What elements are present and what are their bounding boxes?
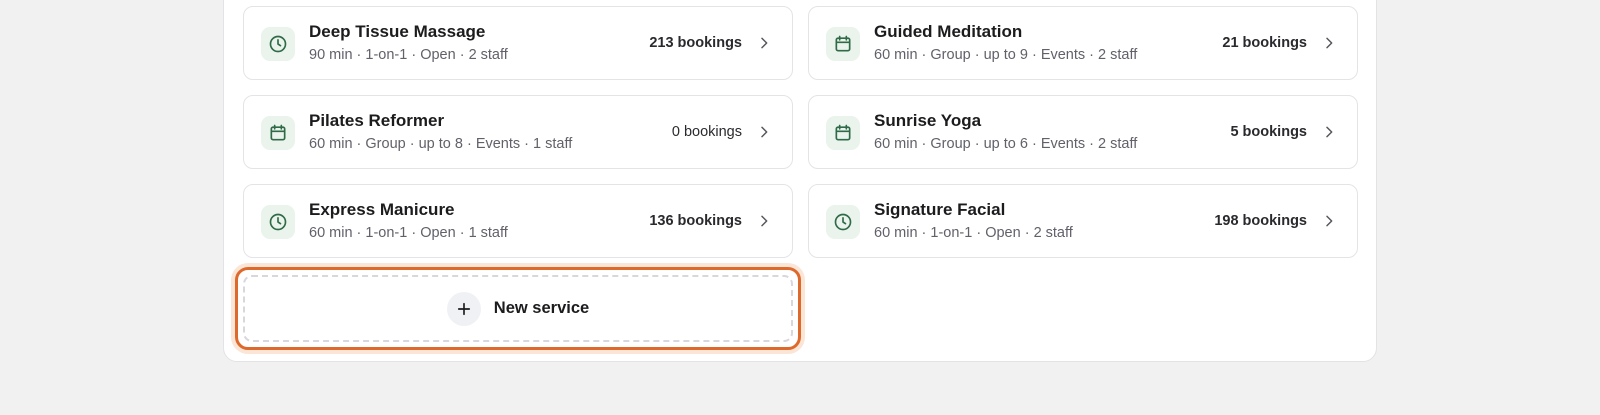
clock-icon xyxy=(261,205,295,239)
service-name: Deep Tissue Massage xyxy=(309,22,486,41)
calendar-icon xyxy=(826,116,860,150)
calendar-icon xyxy=(826,27,860,61)
service-meta: 60 min · 1-on-1 · Open · 1 staff xyxy=(309,225,508,241)
calendar-icon xyxy=(261,116,295,150)
service-meta: 90 min · 1-on-1 · Open · 2 staff xyxy=(309,47,508,63)
service-bookings-count: 136 bookings xyxy=(649,213,742,229)
chevron-right-icon xyxy=(761,126,768,138)
service-meta: 60 min · Group · up to 9 · Events · 2 st… xyxy=(874,47,1138,63)
service-card-deep-tissue-massage[interactable]: Deep Tissue Massage 90 min · 1-on-1 · Op… xyxy=(243,6,793,80)
new-service-button[interactable]: New service xyxy=(243,275,793,342)
plus-icon xyxy=(446,291,481,326)
service-meta: 60 min · Group · up to 8 · Events · 1 st… xyxy=(309,136,573,152)
service-name: Express Manicure xyxy=(309,200,455,219)
service-bookings-count: 213 bookings xyxy=(649,35,742,51)
service-card-express-manicure[interactable]: Express Manicure 60 min · 1-on-1 · Open … xyxy=(243,184,793,258)
chevron-right-icon xyxy=(1326,215,1333,227)
service-name: Pilates Reformer xyxy=(309,111,445,130)
service-bookings-count: 21 bookings xyxy=(1222,35,1307,51)
new-service-label: New service xyxy=(493,299,590,317)
chevron-right-icon xyxy=(1326,126,1333,138)
clock-icon xyxy=(261,27,295,61)
service-bookings-count: 5 bookings xyxy=(1230,124,1307,140)
service-name: Sunrise Yoga xyxy=(874,111,982,130)
service-bookings-count: 0 bookings xyxy=(671,124,742,140)
service-card-sunrise-yoga[interactable]: Sunrise Yoga 60 min · Group · up to 6 · … xyxy=(808,95,1358,169)
clock-icon xyxy=(826,205,860,239)
service-name: Signature Facial xyxy=(874,200,1006,219)
service-meta: 60 min · Group · up to 6 · Events · 2 st… xyxy=(874,136,1138,152)
chevron-right-icon xyxy=(1326,37,1333,49)
chevron-right-icon xyxy=(761,215,768,227)
service-card-signature-facial[interactable]: Signature Facial 60 min · 1-on-1 · Open … xyxy=(808,184,1358,258)
service-bookings-count: 198 bookings xyxy=(1214,213,1307,229)
chevron-right-icon xyxy=(761,37,768,49)
service-meta: 60 min · 1-on-1 · Open · 2 staff xyxy=(874,225,1073,241)
service-card-pilates-reformer[interactable]: Pilates Reformer 60 min · Group · up to … xyxy=(243,95,793,169)
service-card-guided-meditation[interactable]: Guided Meditation 60 min · Group · up to… xyxy=(808,6,1358,80)
service-name: Guided Meditation xyxy=(874,22,1023,41)
